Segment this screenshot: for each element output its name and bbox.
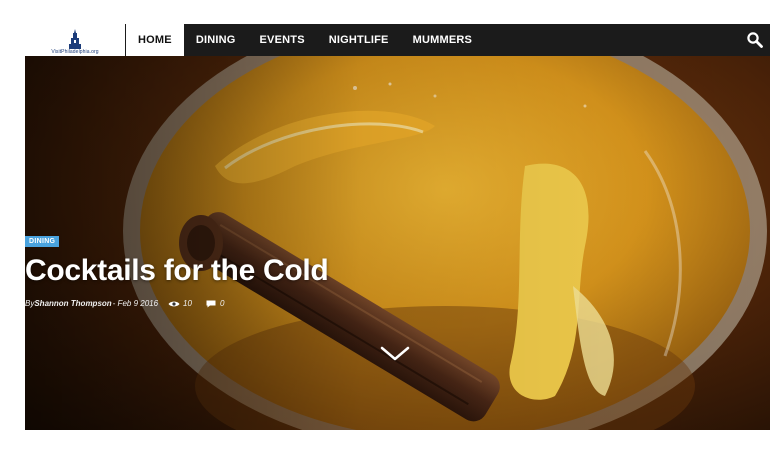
nav-item-mummers[interactable]: MUMMERS [401,24,484,56]
view-count: 10 [183,299,192,308]
chevron-down-icon[interactable] [379,344,411,362]
nav-item-home[interactable]: HOME [126,24,184,56]
nav-item-events[interactable]: EVENTS [248,24,317,56]
author-link[interactable]: Shannon Thompson [34,299,111,308]
eye-icon [168,301,180,306]
comment-icon [206,300,216,307]
logo-text: VisitPhiladelphia.org [51,49,99,55]
post-title[interactable]: Cocktails for the Cold [25,254,329,288]
nav-item-dining[interactable]: DINING [184,24,248,56]
cocktail-photo [25,56,770,430]
nav-item-nightlife[interactable]: NIGHTLIFE [317,24,401,56]
comment-count[interactable]: 0 [220,299,224,308]
main-nav: HOME DINING EVENTS NIGHTLIFE MUMMERS [126,24,484,56]
liberty-bell-tower-icon [69,29,81,49]
site-logo[interactable]: VisitPhiladelphia.org [25,24,125,56]
featured-post-hero[interactable]: DINING Cocktails for the Cold By Shannon… [25,56,770,430]
post-meta: By Shannon Thompson - Feb 9 2016 10 0 [25,299,224,308]
post-date: - Feb 9 2016 [112,299,159,308]
search-icon[interactable] [746,31,764,49]
byline-prefix: By [25,299,35,308]
top-navigation-bar: VisitPhiladelphia.org HOME DINING EVENTS… [25,24,770,56]
category-badge[interactable]: DINING [25,236,60,247]
